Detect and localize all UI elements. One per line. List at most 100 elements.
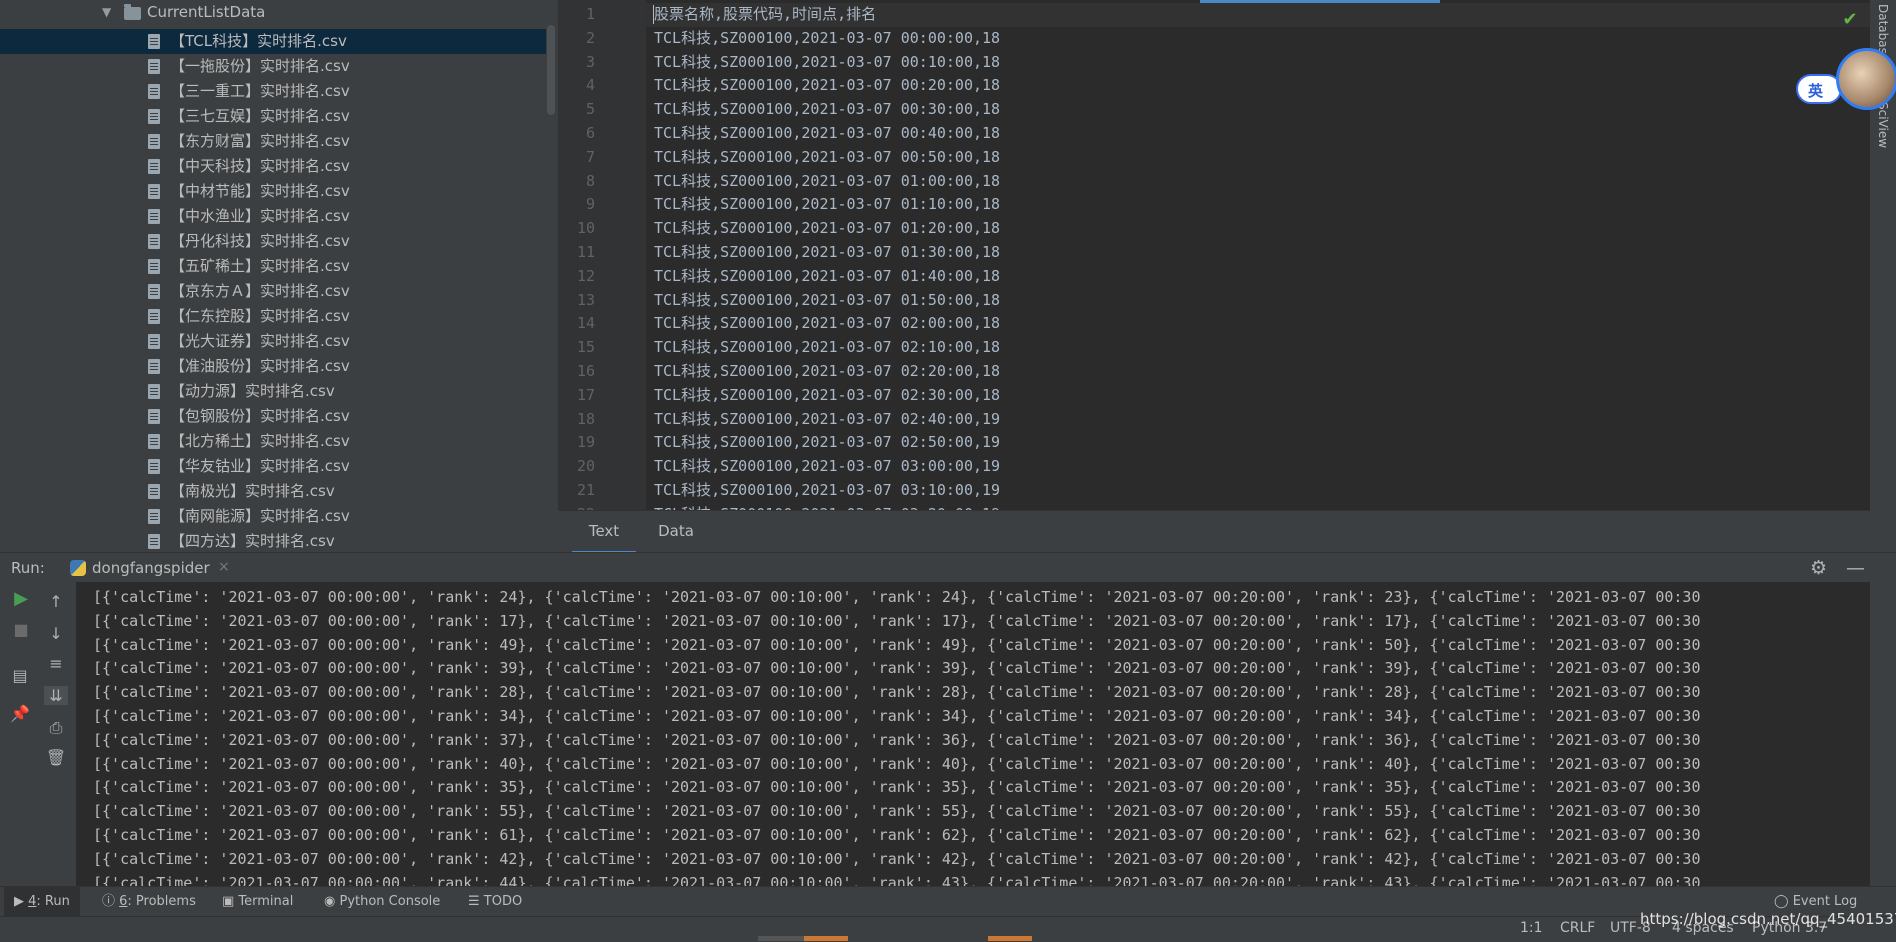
- chevron-down-icon[interactable]: ▼: [102, 0, 111, 25]
- tree-file-item[interactable]: 【南网能源】实时排名.csv: [0, 504, 546, 529]
- tree-file-item[interactable]: 【五矿稀土】实时排名.csv: [0, 254, 546, 279]
- tree-file-item[interactable]: 【华友钴业】实时排名.csv: [0, 454, 546, 479]
- minimize-icon[interactable]: —: [1846, 557, 1865, 579]
- layout-icon[interactable]: ▤: [8, 666, 32, 685]
- code-line[interactable]: TCL科技,SZ000100,2021-03-07 03:10:00,19: [654, 479, 1000, 503]
- tree-file-item[interactable]: 【京东方Ａ】实时排名.csv: [0, 279, 546, 304]
- tree-file-item[interactable]: 【准油股份】实时排名.csv: [0, 354, 546, 379]
- console-line: [{'calcTime': '2021-03-07 00:00:00', 'ra…: [93, 849, 1701, 868]
- csv-file-icon: [148, 84, 160, 99]
- code-line[interactable]: TCL科技,SZ000100,2021-03-07 01:20:00,18: [654, 217, 1000, 241]
- soft-wrap-icon[interactable]: ≡: [44, 654, 68, 673]
- tree-scrollbar[interactable]: [547, 25, 555, 115]
- code-line[interactable]: TCL科技,SZ000100,2021-03-07 02:30:00,18: [654, 384, 1000, 408]
- code-line[interactable]: TCL科技,SZ000100,2021-03-07 02:10:00,18: [654, 336, 1000, 360]
- tree-file-item[interactable]: 【动力源】实时排名.csv: [0, 379, 546, 404]
- line-separator[interactable]: CRLF: [1560, 920, 1595, 936]
- tree-file-label: 【光大证券】实时排名.csv: [170, 332, 350, 350]
- tree-file-item[interactable]: 【东方财富】实时排名.csv: [0, 129, 546, 154]
- tree-file-item[interactable]: 【中水渔业】实时排名.csv: [0, 204, 546, 229]
- line-number: 9: [585, 195, 595, 214]
- tree-file-item[interactable]: 【北方稀土】实时排名.csv: [0, 429, 546, 454]
- python-console-tool-button[interactable]: ◉ Python Console: [324, 887, 440, 917]
- console-line: [{'calcTime': '2021-03-07 00:00:00', 'ra…: [93, 754, 1701, 773]
- tab-data[interactable]: Data: [644, 511, 708, 551]
- csv-file-icon: [148, 359, 160, 374]
- code-line[interactable]: TCL科技,SZ000100,2021-03-07 01:30:00,18: [654, 241, 1000, 265]
- tree-folder-current-list-data[interactable]: ▼ CurrentListData: [0, 0, 546, 25]
- code-line[interactable]: TCL科技,SZ000100,2021-03-07 03:20:00,19: [654, 503, 1000, 510]
- tree-file-label: 【动力源】实时排名.csv: [170, 382, 335, 400]
- tree-file-item[interactable]: 【TCL科技】实时排名.csv: [0, 29, 546, 54]
- editor-code-area[interactable]: 股票名称,股票代码,时间点,排名 TCL科技,SZ000100,2021-03-0…: [646, 0, 1870, 510]
- sciview-tool-tab[interactable]: SciView: [1876, 102, 1890, 148]
- code-line[interactable]: TCL科技,SZ000100,2021-03-07 02:50:00,19: [654, 431, 1000, 455]
- python-icon: ◉: [324, 894, 340, 909]
- tree-file-item[interactable]: 【光大证券】实时排名.csv: [0, 329, 546, 354]
- avatar[interactable]: [1836, 48, 1896, 110]
- terminal-tool-button[interactable]: ▣ Terminal: [222, 887, 293, 917]
- code-line[interactable]: TCL科技,SZ000100,2021-03-07 01:50:00,18: [654, 289, 1000, 313]
- print-icon[interactable]: ⎙: [44, 718, 68, 738]
- tree-file-item[interactable]: 【三一重工】实时排名.csv: [0, 79, 546, 104]
- python-icon: [70, 560, 86, 576]
- close-icon[interactable]: ×: [218, 559, 230, 575]
- problems-tool-button[interactable]: ⓘ 6: Problems: [102, 887, 196, 917]
- csv-file-icon: [148, 34, 160, 49]
- run-tool-button[interactable]: ▶ 4: Run: [4, 887, 80, 917]
- list-icon: ☰: [468, 894, 484, 909]
- pin-icon[interactable]: 📌: [8, 704, 32, 723]
- scroll-to-end-icon[interactable]: ⇊: [44, 686, 68, 705]
- code-line[interactable]: TCL科技,SZ000100,2021-03-07 00:30:00,18: [654, 98, 1000, 122]
- taskbar-orange-segment: [988, 936, 1032, 941]
- stop-icon[interactable]: ■: [9, 620, 33, 639]
- info-icon: ⓘ: [102, 894, 120, 909]
- tree-file-item[interactable]: 【中材节能】实时排名.csv: [0, 179, 546, 204]
- todo-tool-button[interactable]: ☰ TODO: [468, 887, 522, 917]
- code-line[interactable]: TCL科技,SZ000100,2021-03-07 02:00:00,18: [654, 312, 1000, 336]
- arrow-up-icon[interactable]: ↑: [44, 592, 68, 611]
- tree-file-item[interactable]: 【三七互娱】实时排名.csv: [0, 104, 546, 129]
- code-line[interactable]: 股票名称,股票代码,时间点,排名: [646, 3, 1870, 27]
- tree-file-item[interactable]: 【南极光】实时排名.csv: [0, 479, 546, 504]
- checkmark-icon[interactable]: ✔: [1838, 8, 1862, 32]
- code-line[interactable]: TCL科技,SZ000100,2021-03-07 02:40:00,19: [654, 408, 1000, 432]
- run-label: Run:: [11, 559, 45, 577]
- code-line[interactable]: TCL科技,SZ000100,2021-03-07 03:00:00,19: [654, 455, 1000, 479]
- code-line[interactable]: TCL科技,SZ000100,2021-03-07 00:40:00,18: [654, 122, 1000, 146]
- run-config-tab[interactable]: dongfangspider: [92, 559, 210, 577]
- tree-file-item[interactable]: 【中天科技】实时排名.csv: [0, 154, 546, 179]
- code-line[interactable]: TCL科技,SZ000100,2021-03-07 00:00:00,18: [654, 27, 1000, 51]
- taskbar-grey-segment: [758, 936, 804, 941]
- arrow-down-icon[interactable]: ↓: [44, 624, 68, 643]
- line-number: 7: [585, 147, 595, 166]
- tree-file-item[interactable]: 【仁东控股】实时排名.csv: [0, 304, 546, 329]
- tree-file-label: 【华友钴业】实时排名.csv: [170, 457, 350, 475]
- tree-file-item[interactable]: 【丹化科技】实时排名.csv: [0, 229, 546, 254]
- tree-file-label: 【北方稀土】实时排名.csv: [170, 432, 350, 450]
- code-line[interactable]: TCL科技,SZ000100,2021-03-07 01:00:00,18: [654, 170, 1000, 194]
- code-line[interactable]: TCL科技,SZ000100,2021-03-07 01:10:00,18: [654, 193, 1000, 217]
- tree-file-item[interactable]: 【一拖股份】实时排名.csv: [0, 54, 546, 79]
- code-line[interactable]: TCL科技,SZ000100,2021-03-07 00:50:00,18: [654, 146, 1000, 170]
- console-output[interactable]: [{'calcTime': '2021-03-07 00:00:00', 'ra…: [76, 582, 1870, 886]
- console-line: [{'calcTime': '2021-03-07 00:00:00', 'ra…: [93, 683, 1701, 702]
- code-line[interactable]: TCL科技,SZ000100,2021-03-07 00:20:00,18: [654, 74, 1000, 98]
- console-line: [{'calcTime': '2021-03-07 00:00:00', 'ra…: [93, 802, 1701, 821]
- code-line[interactable]: TCL科技,SZ000100,2021-03-07 01:40:00,18: [654, 265, 1000, 289]
- caret-position[interactable]: 1:1: [1520, 920, 1543, 936]
- code-line[interactable]: TCL科技,SZ000100,2021-03-07 00:10:00,18: [654, 51, 1000, 75]
- tree-file-label: 【仁东控股】实时排名.csv: [170, 307, 350, 325]
- tab-text[interactable]: Text: [572, 511, 636, 554]
- line-number: 10: [576, 219, 595, 238]
- line-number: 17: [576, 385, 595, 404]
- tree-file-label: 【京东方Ａ】实时排名.csv: [170, 282, 350, 300]
- tree-file-item[interactable]: 【四方达】实时排名.csv: [0, 529, 546, 552]
- terminal-icon: ▣: [222, 894, 239, 909]
- play-icon: ▶: [14, 894, 29, 909]
- code-line[interactable]: TCL科技,SZ000100,2021-03-07 02:20:00,18: [654, 360, 1000, 384]
- trash-icon[interactable]: 🗑: [44, 748, 68, 767]
- rerun-icon[interactable]: ▶: [9, 588, 33, 609]
- tree-file-item[interactable]: 【包钢股份】实时排名.csv: [0, 404, 546, 429]
- gear-icon[interactable]: ⚙: [1810, 557, 1827, 579]
